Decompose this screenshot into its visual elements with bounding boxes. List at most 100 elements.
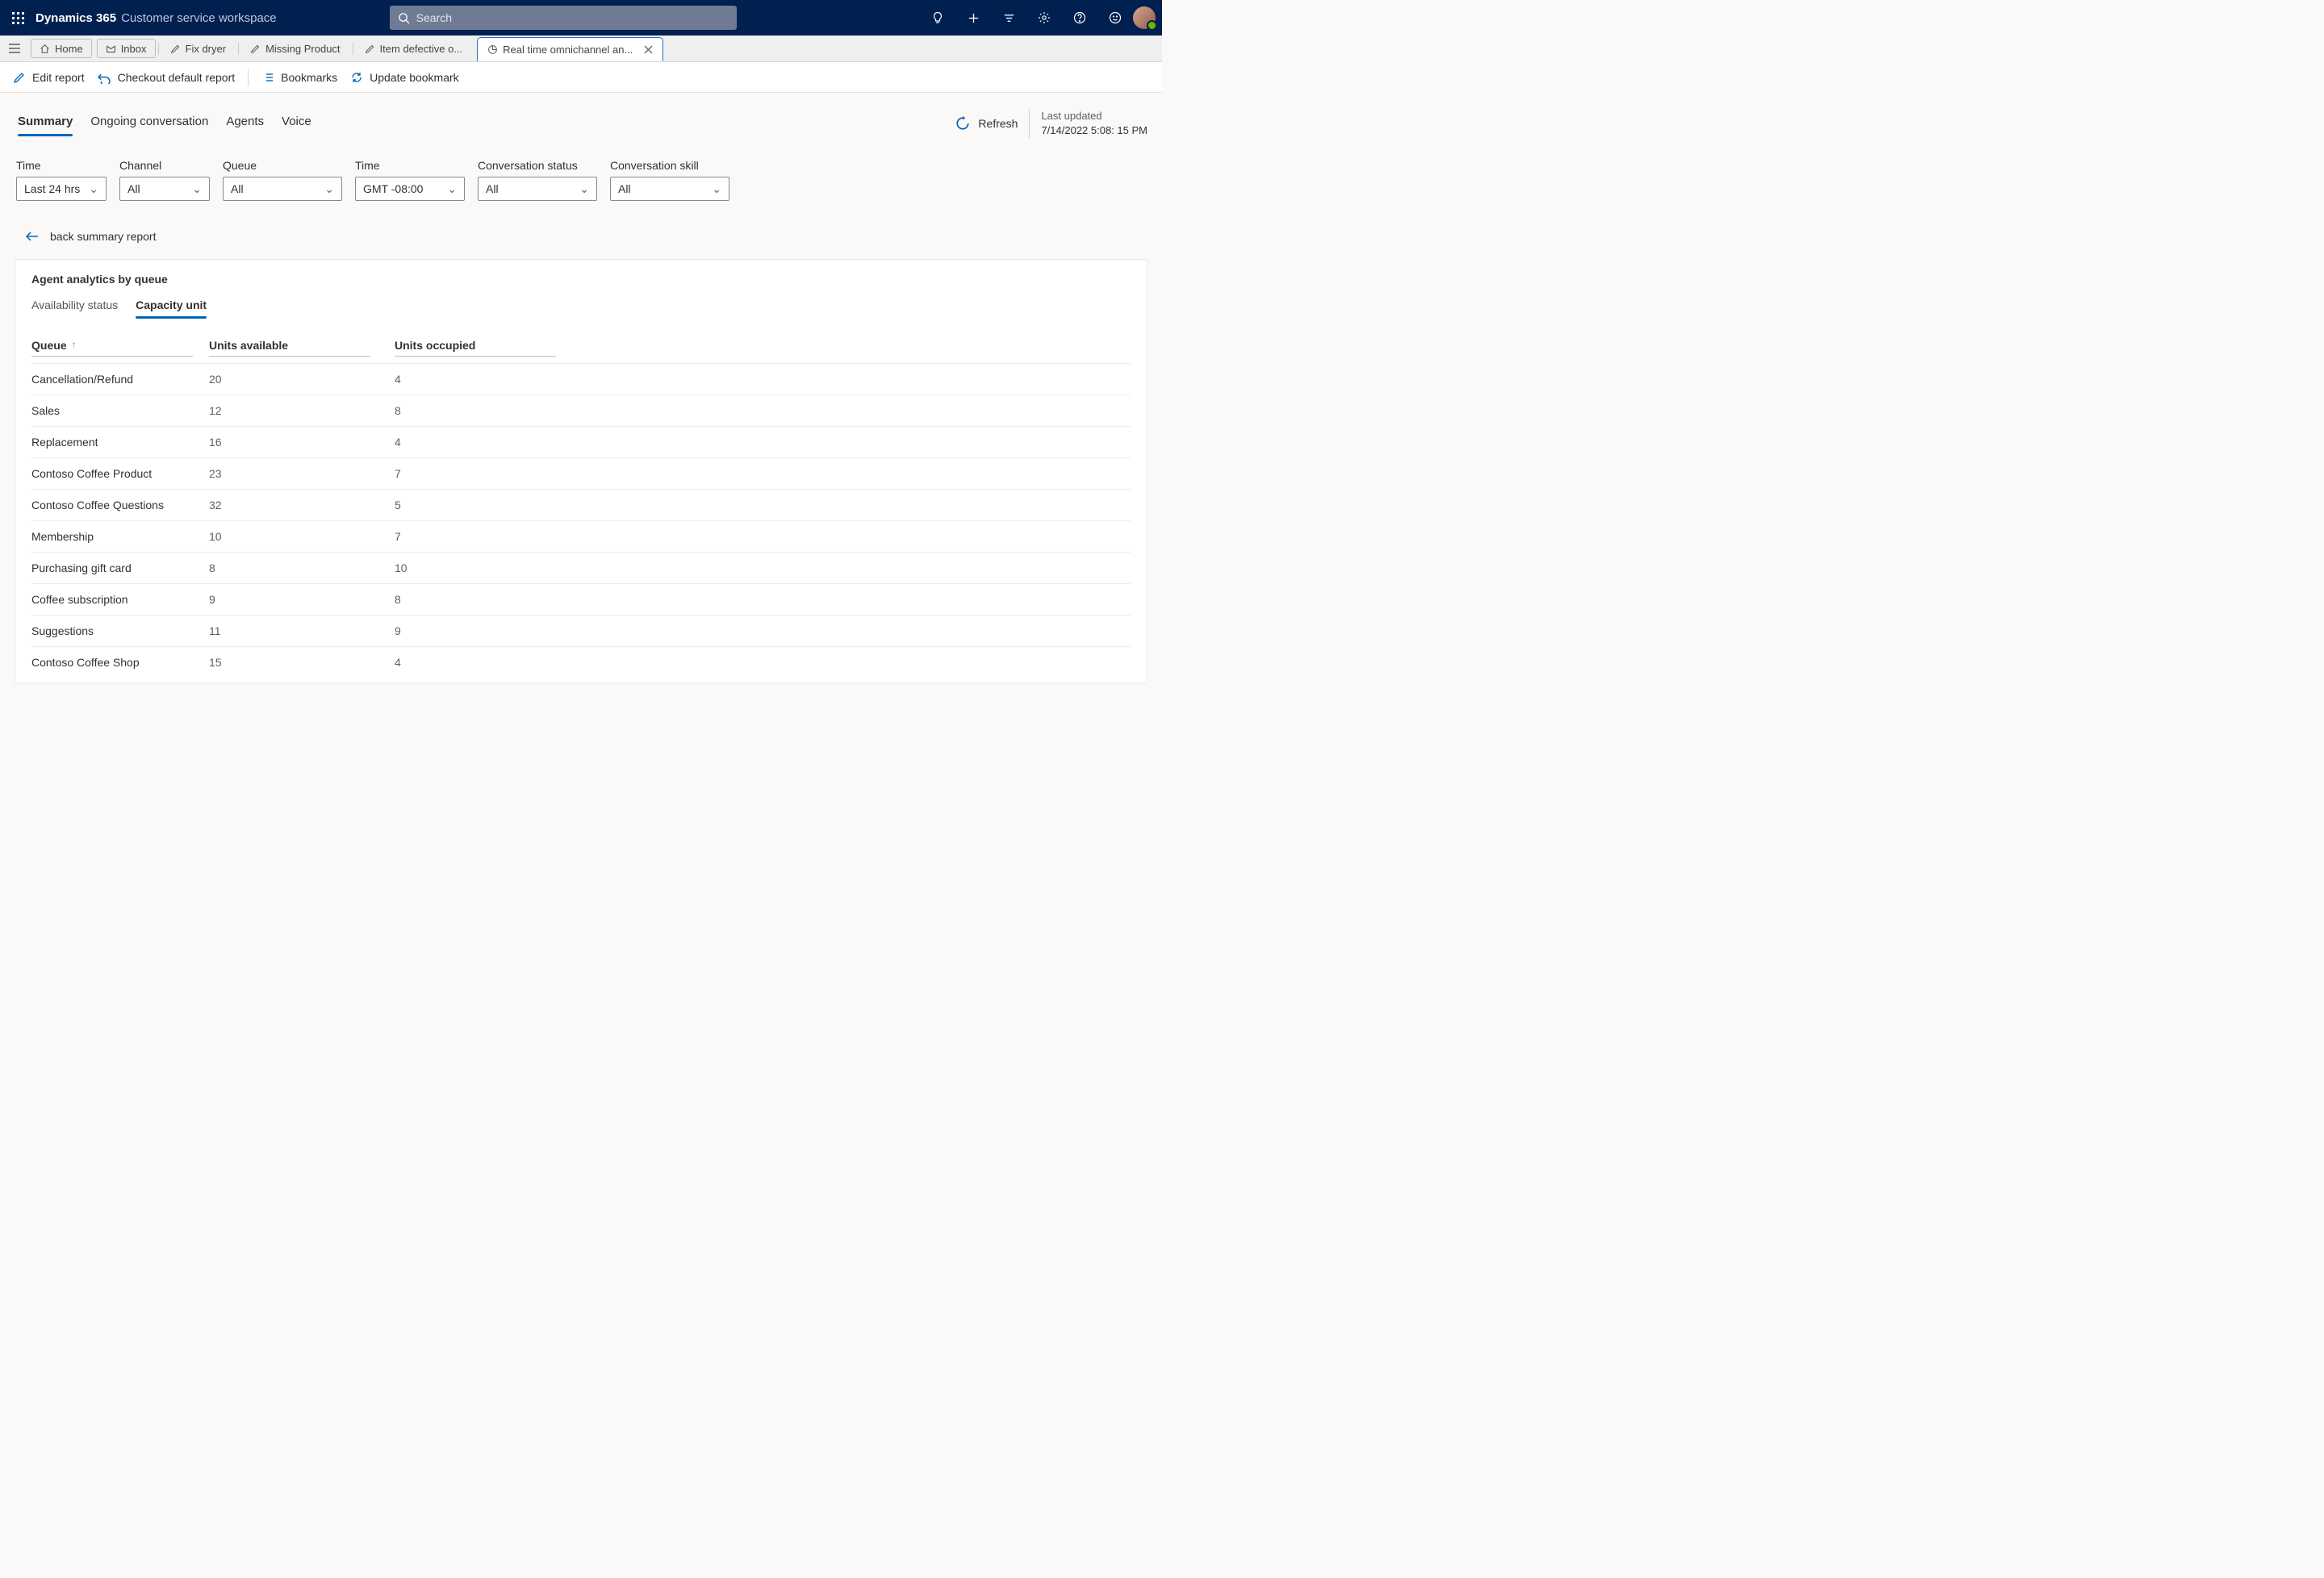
close-icon[interactable]: [644, 45, 653, 54]
filter-value: All: [231, 182, 244, 195]
help-icon[interactable]: [1062, 0, 1097, 35]
filter-time[interactable]: Last 24 hrs ⌄: [16, 177, 107, 201]
pill-home[interactable]: Home: [31, 39, 92, 58]
filter-timezone[interactable]: GMT -08:00⌄: [355, 177, 465, 201]
table-row[interactable]: Contoso Coffee Questions325: [31, 490, 1131, 521]
col-available[interactable]: Units available: [209, 339, 288, 352]
chevron-down-icon: ⌄: [89, 182, 98, 196]
gear-icon[interactable]: [1026, 0, 1062, 35]
cell-available: 32: [209, 490, 395, 521]
filter-queue[interactable]: All ⌄: [223, 177, 342, 201]
cell-queue: Replacement: [31, 427, 209, 458]
emoji-icon[interactable]: [1097, 0, 1133, 35]
search-input[interactable]: [416, 11, 729, 24]
table-row[interactable]: Membership107: [31, 521, 1131, 553]
last-updated-value: 7/14/2022 5:08: 15 PM: [1041, 123, 1147, 138]
filter-status[interactable]: All ⌄: [478, 177, 597, 201]
filter-label: Conversation status: [478, 159, 597, 172]
pencil-icon: [365, 44, 375, 54]
chevron-down-icon: ⌄: [579, 182, 589, 196]
table-row[interactable]: Contoso Coffee Product237: [31, 458, 1131, 490]
workspace-title: Customer service workspace: [121, 11, 277, 25]
filter-label: Time: [16, 159, 107, 172]
sort-asc-icon[interactable]: ↑: [72, 339, 77, 350]
cmd-update-bookmark[interactable]: Update bookmark: [350, 71, 459, 84]
global-nav: Dynamics 365 Customer service workspace: [0, 0, 1162, 35]
cell-queue: Purchasing gift card: [31, 553, 209, 584]
tab-label: Item defective o...: [380, 43, 463, 55]
cell-queue: Sales: [31, 395, 209, 427]
cell-queue: Contoso Coffee Questions: [31, 490, 209, 521]
filter-value: All: [127, 182, 140, 195]
table-row[interactable]: Replacement164: [31, 427, 1131, 458]
col-queue[interactable]: Queue: [31, 339, 67, 352]
tab-label: Real time omnichannel an...: [503, 44, 633, 56]
table-row[interactable]: Suggestions119: [31, 616, 1131, 647]
cell-queue: Cancellation/Refund: [31, 364, 209, 395]
viewtab-agents[interactable]: Agents: [226, 111, 264, 136]
lightbulb-icon[interactable]: [920, 0, 955, 35]
subtab-capacity[interactable]: Capacity unit: [136, 298, 207, 318]
cmd-checkout-default[interactable]: Checkout default report: [98, 70, 236, 84]
avatar[interactable]: [1133, 6, 1156, 29]
chevron-down-icon: ⌄: [324, 182, 334, 196]
table-row[interactable]: Purchasing gift card810: [31, 553, 1131, 584]
cell-occupied: 4: [395, 427, 1131, 458]
cell-occupied: 4: [395, 364, 1131, 395]
cell-available: 23: [209, 458, 395, 490]
filter-label: Conversation skill: [610, 159, 729, 172]
table-row[interactable]: Contoso Coffee Shop154: [31, 647, 1131, 678]
home-icon: [40, 44, 50, 54]
table-row[interactable]: Sales128: [31, 395, 1131, 427]
filter-bar: Time Last 24 hrs⌄ Channel All⌄ Queue All…: [15, 159, 1147, 201]
cell-occupied: 8: [395, 584, 1131, 616]
tab-strip: Home Inbox Fix dryer Missing Product Ite…: [0, 35, 1162, 62]
cmd-bookmarks[interactable]: Bookmarks: [261, 71, 337, 84]
cell-occupied: 8: [395, 395, 1131, 427]
cmd-label: Checkout default report: [118, 71, 236, 84]
divider: [1029, 109, 1030, 138]
cell-occupied: 9: [395, 616, 1131, 647]
tab-fix-dryer[interactable]: Fix dryer: [161, 35, 236, 62]
subtab-availability[interactable]: Availability status: [31, 298, 118, 318]
hamburger-icon[interactable]: [5, 39, 24, 58]
arrow-left-icon: [26, 232, 39, 241]
cmd-edit-report[interactable]: Edit report: [13, 71, 85, 84]
app-launcher-icon[interactable]: [0, 0, 36, 35]
cell-available: 16: [209, 427, 395, 458]
pill-inbox-label: Inbox: [121, 43, 147, 55]
viewtab-voice[interactable]: Voice: [282, 111, 311, 136]
chevron-down-icon: ⌄: [192, 182, 202, 196]
filter-icon[interactable]: [991, 0, 1026, 35]
cell-available: 12: [209, 395, 395, 427]
filter-value: All: [486, 182, 499, 195]
filter-value: Last 24 hrs: [24, 182, 80, 195]
filter-label: Channel: [119, 159, 210, 172]
col-occupied[interactable]: Units occupied: [395, 339, 475, 352]
back-link[interactable]: back summary report: [26, 230, 1147, 243]
filter-channel[interactable]: All ⌄: [119, 177, 210, 201]
tab-missing-product[interactable]: Missing Product: [240, 35, 349, 62]
tab-item-defective[interactable]: Item defective o...: [355, 35, 473, 62]
global-search[interactable]: [390, 6, 737, 30]
cell-available: 10: [209, 521, 395, 553]
cell-queue: Contoso Coffee Shop: [31, 647, 209, 678]
cell-queue: Membership: [31, 521, 209, 553]
plus-icon[interactable]: [955, 0, 991, 35]
filter-label: Time: [355, 159, 465, 172]
table-row[interactable]: Coffee subscription98: [31, 584, 1131, 616]
pill-inbox[interactable]: Inbox: [97, 39, 156, 58]
tab-label: Missing Product: [265, 43, 340, 55]
viewtab-ongoing[interactable]: Ongoing conversation: [90, 111, 208, 136]
filter-skill[interactable]: All⌄: [610, 177, 729, 201]
divider: [248, 69, 249, 86]
last-updated-label: Last updated: [1041, 109, 1147, 123]
cell-occupied: 7: [395, 521, 1131, 553]
table-row[interactable]: Cancellation/Refund204: [31, 364, 1131, 395]
pencil-icon: [170, 44, 181, 54]
cell-queue: Contoso Coffee Product: [31, 458, 209, 490]
tab-realtime-omnichannel[interactable]: Real time omnichannel an...: [477, 37, 663, 61]
viewtab-summary[interactable]: Summary: [18, 111, 73, 136]
tab-label: Fix dryer: [186, 43, 227, 55]
refresh-button[interactable]: Refresh: [955, 116, 1018, 131]
